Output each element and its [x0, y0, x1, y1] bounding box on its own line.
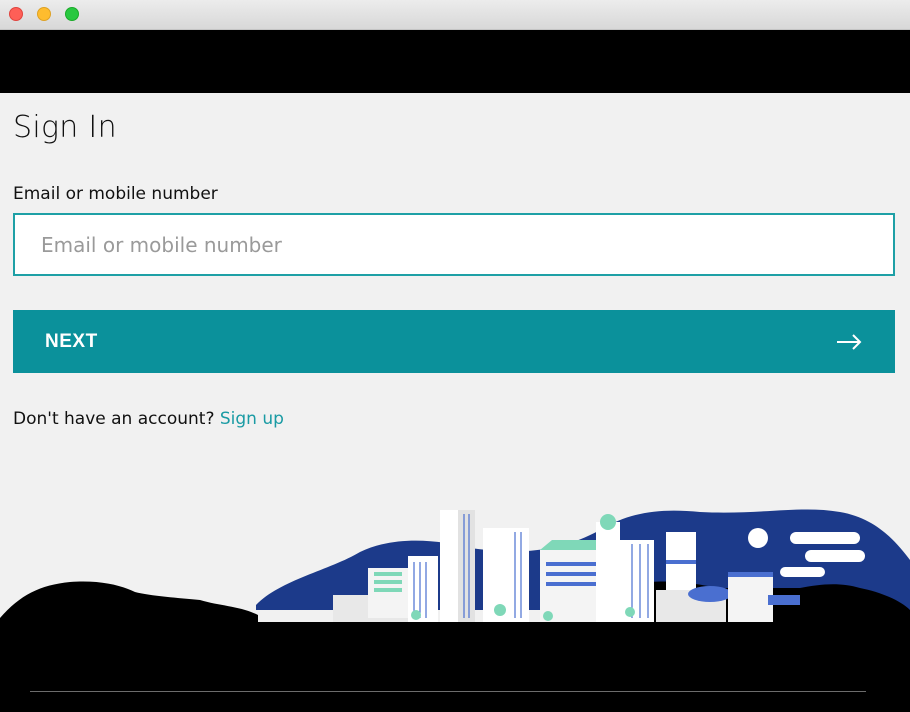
window-maximize-button[interactable] [65, 7, 79, 21]
signup-prompt: Don't have an account? Sign up [13, 409, 284, 429]
signup-link[interactable]: Sign up [220, 409, 284, 429]
no-account-text: Don't have an account? [13, 409, 215, 429]
window-titlebar [0, 0, 910, 30]
email-field[interactable] [13, 213, 895, 276]
footer-divider [30, 691, 866, 692]
next-button-label: NEXT [45, 330, 98, 352]
window-minimize-button[interactable] [37, 7, 51, 21]
arrow-right-icon [837, 333, 862, 350]
page-title: Sign In [13, 110, 117, 145]
next-button[interactable]: NEXT [13, 310, 895, 373]
header-bar [0, 30, 910, 93]
email-field-label: Email or mobile number [13, 184, 218, 204]
window-close-button[interactable] [9, 7, 23, 21]
city-skyline-illustration [0, 509, 910, 712]
